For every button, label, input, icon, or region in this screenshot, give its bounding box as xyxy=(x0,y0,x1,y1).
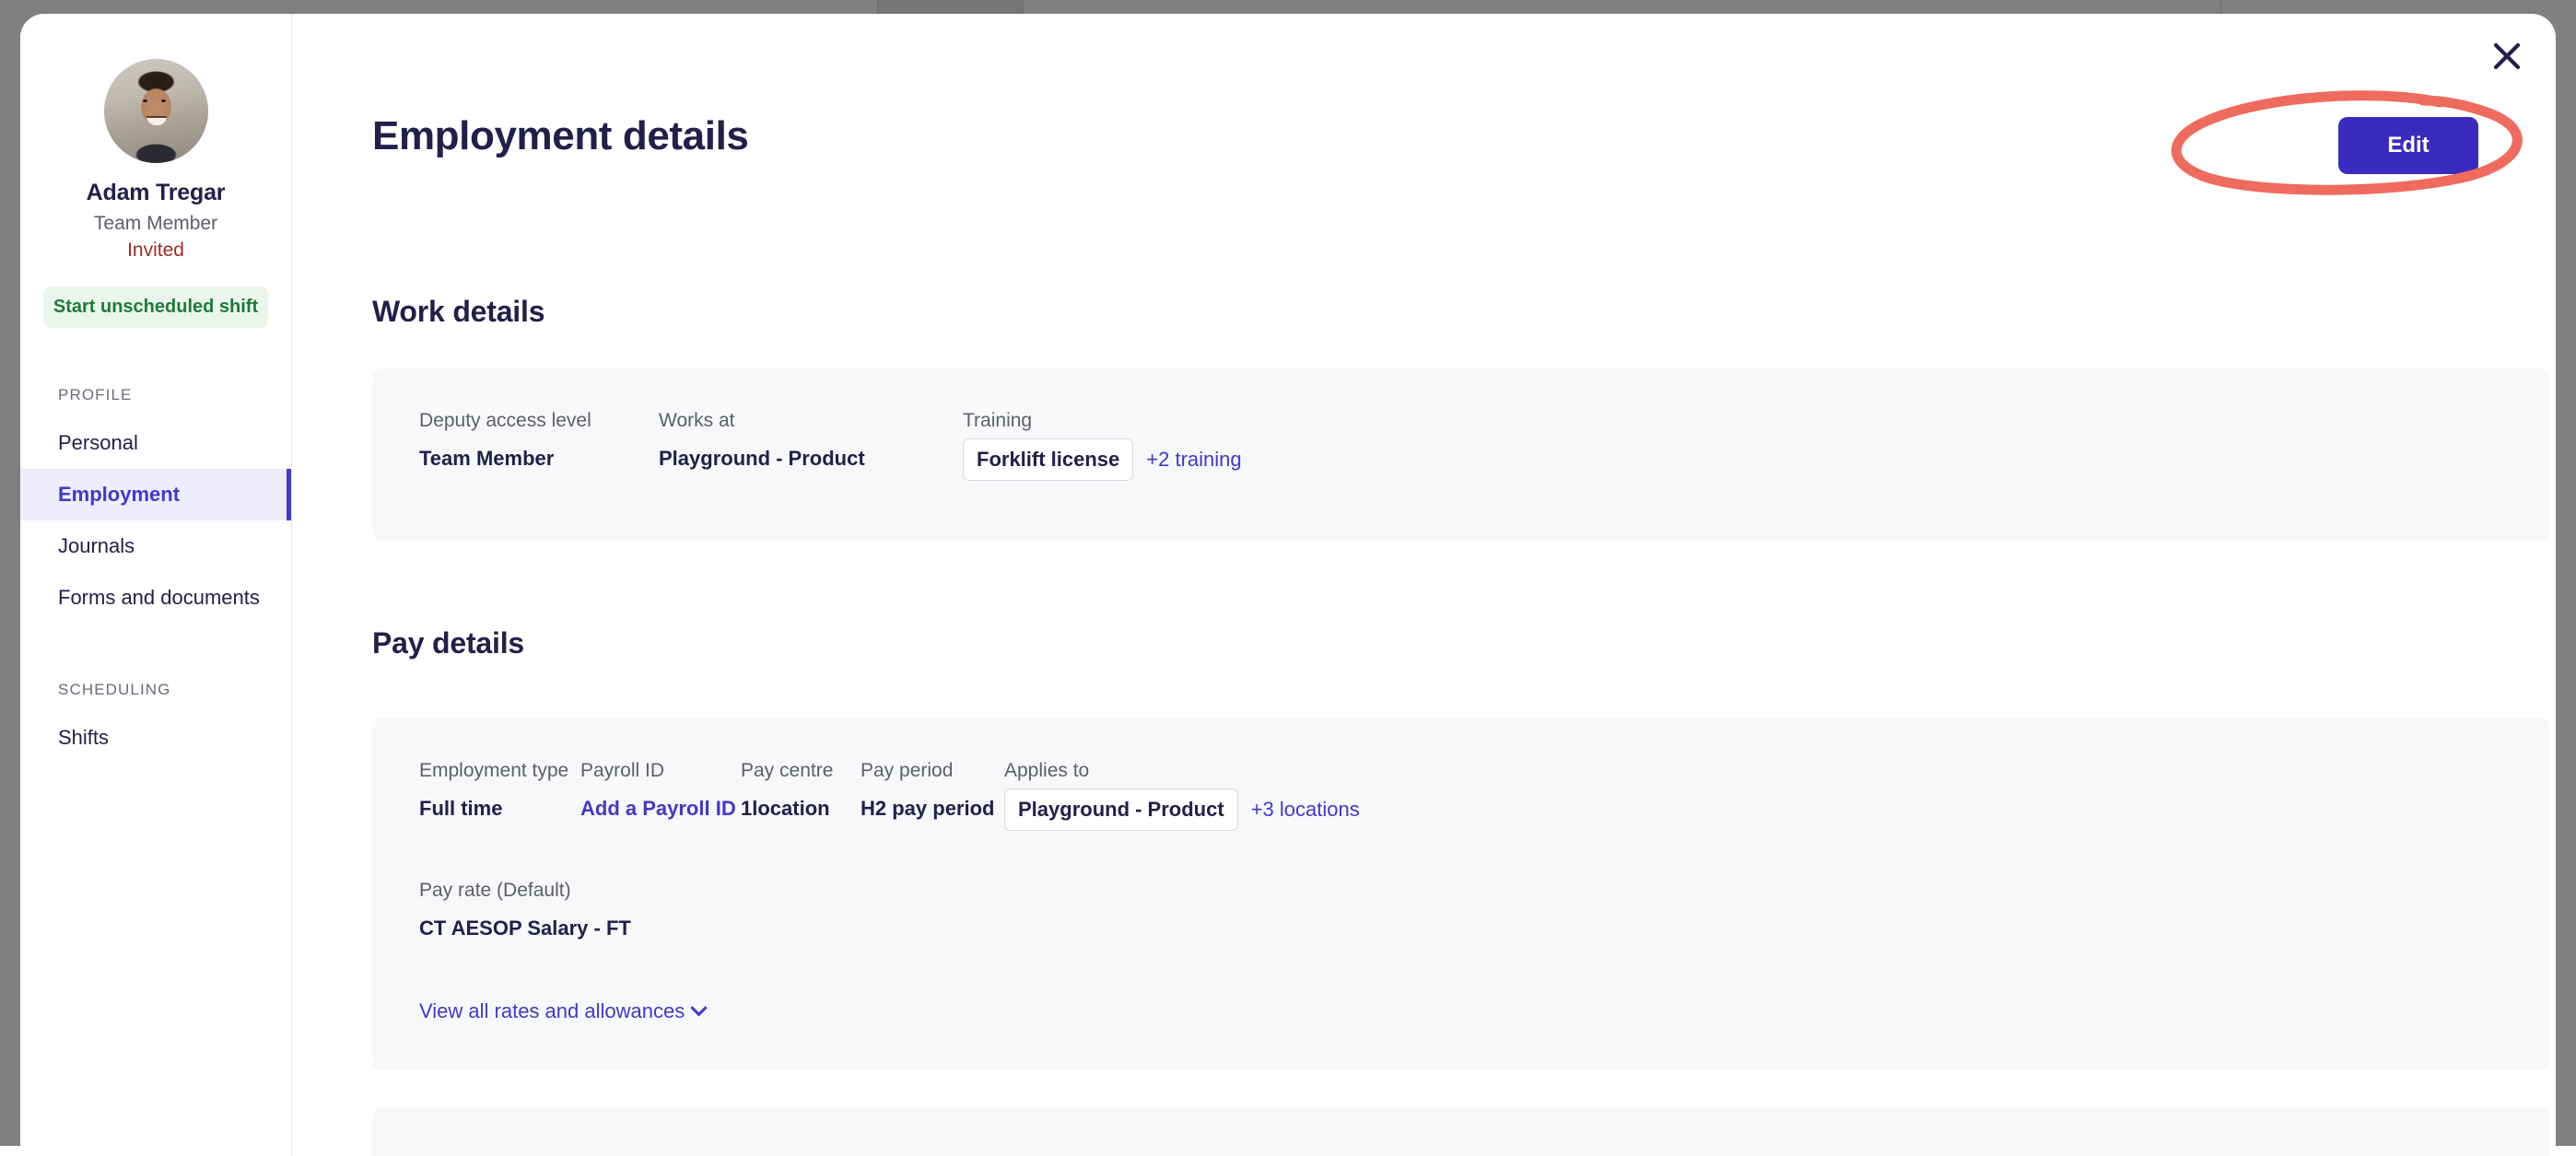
avatar-image xyxy=(104,59,208,163)
section-heading-pay-details: Pay details xyxy=(372,626,524,660)
field-value: Playground - Product xyxy=(659,449,963,469)
sidebar-item-shifts[interactable]: Shifts xyxy=(20,712,291,764)
field-employment-type: Employment type Full time xyxy=(419,761,580,831)
avatar xyxy=(104,59,208,163)
field-label: Pay rate (Default) xyxy=(419,881,631,900)
field-training: Training Forklift license +2 training xyxy=(963,411,1242,481)
field-applies-to: Applies to Playground - Product +3 locat… xyxy=(1004,761,1360,831)
profile-sidebar: Adam Tregar Team Member Invited Start un… xyxy=(20,14,292,1156)
sidebar-item-personal[interactable]: Personal xyxy=(20,417,291,469)
employment-details-panel: Employment details Edit Work details Dep… xyxy=(292,14,2556,1156)
field-value: H2 pay period xyxy=(861,799,1004,819)
field-label: Works at xyxy=(659,411,963,430)
sidebar-item-label: Shifts xyxy=(58,726,109,750)
field-value: Full time xyxy=(419,799,580,819)
view-all-rates-label: View all rates and allowances xyxy=(419,999,685,1023)
edit-button[interactable]: Edit xyxy=(2338,117,2478,174)
next-section-card-partial: Employment type Payroll ID Pay centre Pa… xyxy=(372,1107,2549,1156)
section-heading-work-details: Work details xyxy=(372,295,544,329)
profile-role: Team Member xyxy=(20,213,291,235)
field-label: Deputy access level xyxy=(419,411,659,430)
field-payroll-id: Payroll ID Add a Payroll ID xyxy=(580,761,741,831)
field-deputy-access-level: Deputy access level Team Member xyxy=(419,411,659,481)
applies-to-chip-line: Playground - Product +3 locations xyxy=(1004,788,1360,831)
sidebar-item-forms-and-documents[interactable]: Forms and documents xyxy=(20,572,291,624)
training-chip-line: Forklift license +2 training xyxy=(963,438,1242,481)
start-unscheduled-shift-button[interactable]: Start unscheduled shift xyxy=(43,286,268,328)
field-value: CT AESOP Salary - FT xyxy=(419,918,631,939)
field-label: Payroll ID xyxy=(580,761,741,780)
field-pay-rate-default: Pay rate (Default) CT AESOP Salary - FT xyxy=(419,881,631,939)
field-value: 1location xyxy=(741,799,861,819)
view-all-rates-and-allowances-link[interactable]: View all rates and allowances xyxy=(419,999,705,1023)
employment-details-modal: Adam Tregar Team Member Invited Start un… xyxy=(20,14,2556,1156)
field-label: Training xyxy=(963,411,1242,430)
work-details-card: Deputy access level Team Member Works at… xyxy=(372,368,2549,541)
close-icon[interactable] xyxy=(2489,39,2524,74)
sidebar-item-label: Personal xyxy=(58,431,138,455)
work-details-fields: Deputy access level Team Member Works at… xyxy=(419,411,1242,481)
training-chip[interactable]: Forklift license xyxy=(963,438,1133,481)
applies-to-more-link[interactable]: +3 locations xyxy=(1251,798,1360,822)
field-value: Team Member xyxy=(419,449,659,469)
field-works-at: Works at Playground - Product xyxy=(659,411,963,481)
field-label: Employment type xyxy=(419,761,580,780)
page-title: Employment details xyxy=(372,113,748,159)
sidebar-item-label: Journals xyxy=(58,534,135,558)
field-label: Applies to xyxy=(1004,761,1360,780)
sidebar-item-label: Forms and documents xyxy=(58,586,260,610)
avatar-eye-left xyxy=(143,99,147,102)
pay-details-card: Employment type Full time Payroll ID Add… xyxy=(372,718,2549,1070)
add-payroll-id-link[interactable]: Add a Payroll ID xyxy=(580,799,741,819)
pay-details-fields: Employment type Full time Payroll ID Add… xyxy=(419,761,1360,831)
sidebar-item-journals[interactable]: Journals xyxy=(20,520,291,572)
sidebar-item-label: Employment xyxy=(58,483,180,507)
sidebar-section-profile-label: PROFILE xyxy=(20,386,291,404)
profile-name: Adam Tregar xyxy=(20,180,291,206)
sidebar-item-employment[interactable]: Employment xyxy=(20,469,291,520)
applies-to-chip[interactable]: Playground - Product xyxy=(1004,788,1238,831)
sidebar-section-scheduling-label: SCHEDULING xyxy=(20,681,291,699)
status-badge: Invited xyxy=(20,239,291,262)
chevron-down-icon xyxy=(691,999,708,1016)
training-more-link[interactable]: +2 training xyxy=(1146,448,1241,472)
field-label: Pay centre xyxy=(741,761,861,780)
field-pay-period: Pay period H2 pay period xyxy=(861,761,1004,831)
field-pay-centre: Pay centre 1location xyxy=(741,761,861,831)
field-label: Pay period xyxy=(861,761,1004,780)
avatar-eye-right xyxy=(161,99,166,102)
